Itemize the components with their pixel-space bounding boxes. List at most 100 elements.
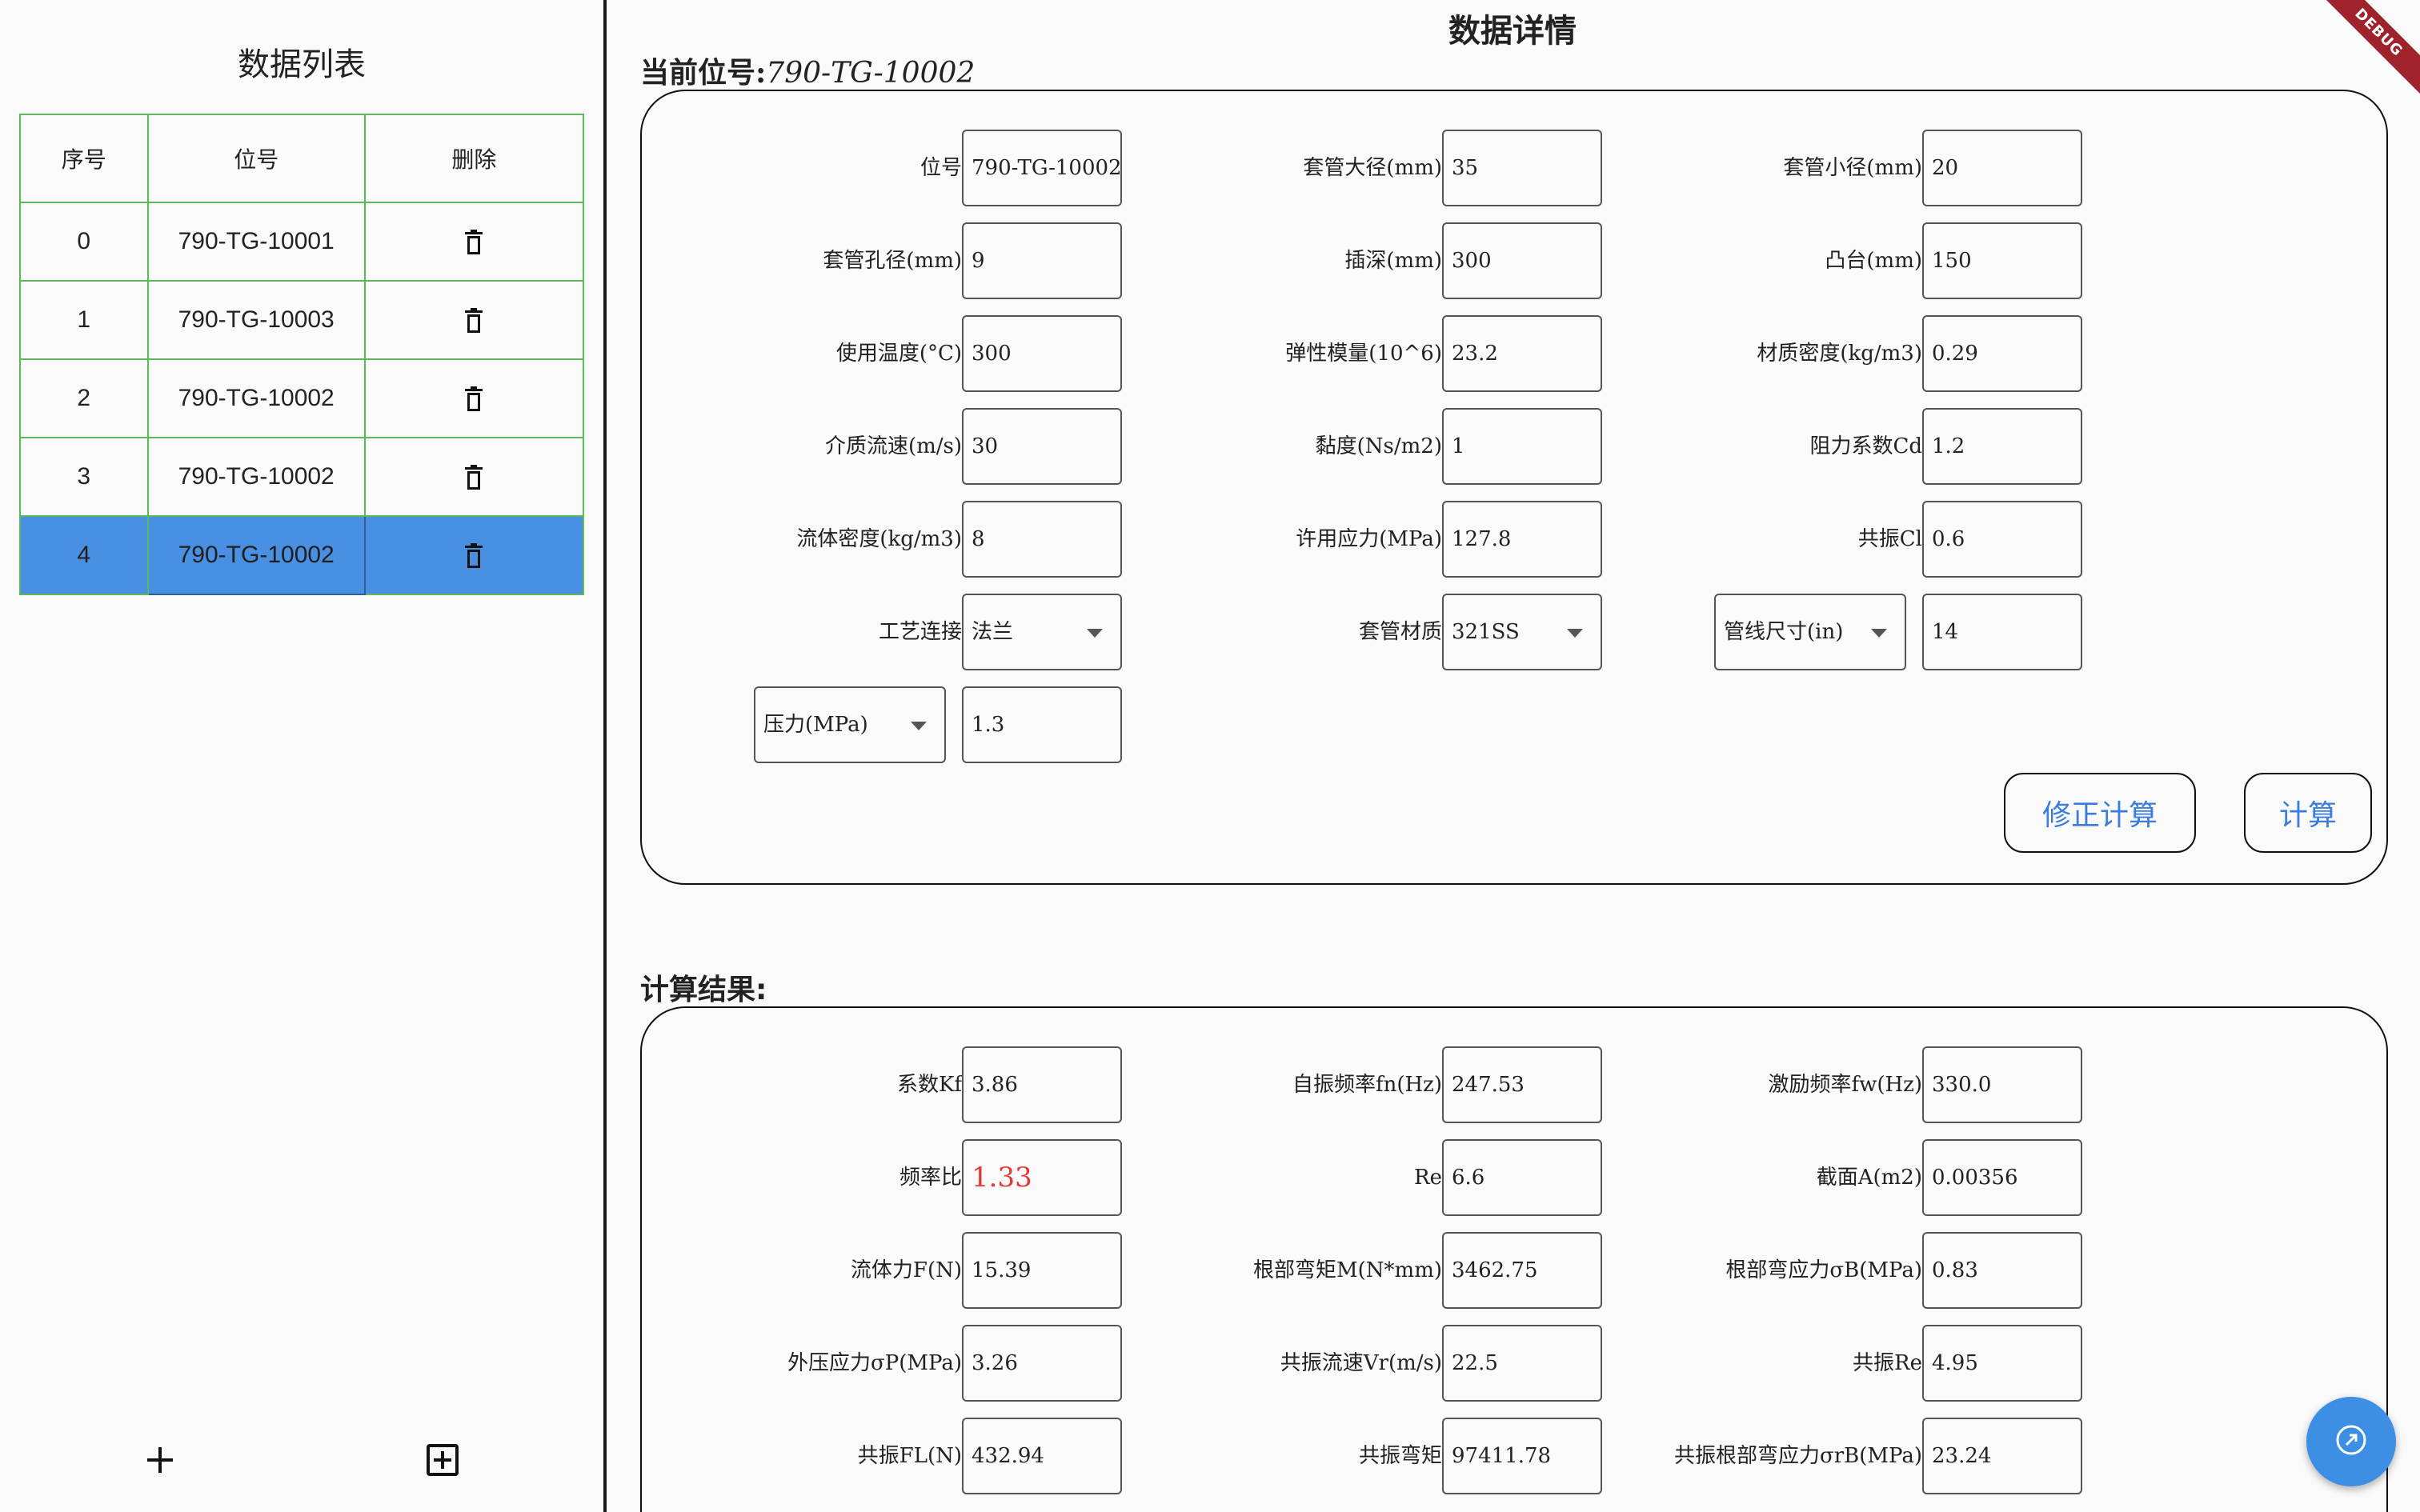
table-row[interactable]: 2 790-TG-10002	[19, 358, 585, 438]
insertion-depth-input[interactable]: 300	[1442, 222, 1602, 299]
result-value[interactable]: 15.39	[962, 1232, 1122, 1309]
sleeve-outer-diameter-input[interactable]: 35	[1442, 130, 1602, 206]
material-density-input[interactable]: 0.29	[1922, 315, 2082, 392]
result-value[interactable]: 0.83	[1922, 1232, 2082, 1309]
table-row[interactable]: 3 790-TG-10002	[19, 437, 585, 517]
delete-icon[interactable]	[465, 230, 483, 255]
result-label: 根部弯应力σB(MPa)	[1725, 1258, 1922, 1282]
field-label: 黏度(Ns/m2)	[1315, 434, 1442, 458]
result-value[interactable]: 4.95	[1922, 1325, 2082, 1402]
input-row: 使用温度(°C) 300 弹性模量(10^6) 23.2 材质密度(kg/m3)…	[642, 315, 2390, 392]
delete-cell	[363, 515, 585, 595]
field-label: 工艺连接	[878, 620, 962, 644]
row-index: 2	[19, 358, 149, 438]
result-row: 流体力F(N) 15.39 根部弯矩M(N*mm) 3462.75 根部弯应力σ…	[642, 1232, 2390, 1309]
fluid-density-input[interactable]: 8	[962, 501, 1122, 578]
add-icon[interactable]	[136, 1436, 184, 1484]
pressure-unit-dropdown[interactable]: 压力(MPa)	[754, 686, 946, 763]
field-label: 材质密度(kg/m3)	[1757, 342, 1922, 366]
field-label: 介质流速(m/s)	[824, 434, 962, 458]
dropdown-arrow-icon	[1567, 629, 1583, 638]
correct-calculate-button[interactable]: 修正计算	[2004, 773, 2196, 853]
floating-action-button[interactable]	[2306, 1397, 2396, 1486]
delete-icon[interactable]	[465, 308, 483, 334]
add-box-icon[interactable]	[419, 1436, 467, 1484]
dropdown-arrow-icon	[911, 722, 927, 730]
row-tag: 790-TG-10002	[146, 358, 366, 438]
input-row: 流体密度(kg/m3) 8 许用应力(MPa) 127.8 共振Cl 0.6	[642, 501, 2390, 578]
result-label: 共振根部弯应力σrB(MPa)	[1673, 1444, 1922, 1468]
result-value[interactable]: 330.0	[1922, 1046, 2082, 1123]
bore-diameter-input[interactable]: 9	[962, 222, 1122, 299]
field-label: 共振Cl	[1857, 527, 1922, 551]
result-value[interactable]: 3.26	[962, 1325, 1122, 1402]
result-value[interactable]: 6.6	[1442, 1139, 1602, 1216]
field-label: 套管孔径(mm)	[823, 249, 962, 273]
delete-icon[interactable]	[465, 465, 483, 490]
table-row-selected[interactable]: 4 790-TG-10002	[19, 515, 585, 595]
result-label: 系数Kf	[896, 1073, 962, 1097]
result-label: 共振FL(N)	[857, 1444, 962, 1468]
result-value[interactable]: 22.5	[1442, 1325, 1602, 1402]
result-value[interactable]: 432.94	[962, 1418, 1122, 1494]
dropdown-value: 压力(MPa)	[763, 713, 868, 737]
pipe-size-unit-dropdown[interactable]: 管线尺寸(in)	[1714, 594, 1906, 670]
table-row[interactable]: 1 790-TG-10003	[19, 280, 585, 360]
result-label: 外压应力σP(MPa)	[787, 1351, 962, 1375]
result-value[interactable]: 23.24	[1922, 1418, 2082, 1494]
elastic-modulus-input[interactable]: 23.2	[1442, 315, 1602, 392]
pipe-size-input[interactable]: 14	[1922, 594, 2082, 670]
result-value[interactable]: 3.86	[962, 1046, 1122, 1123]
pressure-input[interactable]: 1.3	[962, 686, 1122, 763]
sleeve-inner-diameter-input[interactable]: 20	[1922, 130, 2082, 206]
row-index: 1	[19, 280, 149, 360]
allowable-stress-input[interactable]: 127.8	[1442, 501, 1602, 578]
row-index: 3	[19, 437, 149, 517]
result-label: 截面A(m2)	[1816, 1166, 1922, 1190]
header-tag: 位号	[146, 114, 366, 203]
data-list-panel: 数据列表 序号 位号 删除 0 790-TG-10001 1 790-TG-10…	[0, 0, 603, 1512]
result-value[interactable]: 97411.78	[1442, 1418, 1602, 1494]
field-label: 阻力系数Cd	[1809, 434, 1922, 458]
delete-cell	[363, 202, 585, 282]
frequency-ratio-value[interactable]: 1.33	[962, 1139, 1122, 1216]
delete-icon[interactable]	[465, 386, 483, 412]
viscosity-input[interactable]: 1	[1442, 408, 1602, 485]
delete-icon[interactable]	[465, 543, 483, 569]
drag-coefficient-input[interactable]: 1.2	[1922, 408, 2082, 485]
dropdown-value: 管线尺寸(in)	[1724, 620, 1844, 644]
row-tag: 790-TG-10002	[146, 437, 366, 517]
field-label: 使用温度(°C)	[835, 342, 962, 366]
result-value[interactable]: 3462.75	[1442, 1232, 1602, 1309]
field-label: 位号	[920, 156, 962, 180]
input-row: 介质流速(m/s) 30 黏度(Ns/m2) 1 阻力系数Cd 1.2	[642, 408, 2390, 485]
process-connection-dropdown[interactable]: 法兰	[962, 594, 1122, 670]
input-row: 位号 790-TG-10002 套管大径(mm) 35 套管小径(mm) 20	[642, 130, 2390, 206]
input-row: 套管孔径(mm) 9 插深(mm) 300 凸台(mm) 150	[642, 222, 2390, 299]
result-label: Re	[1414, 1166, 1442, 1190]
field-label: 凸台(mm)	[1825, 249, 1922, 273]
result-label: 根部弯矩M(N*mm)	[1253, 1258, 1442, 1282]
row-tag: 790-TG-10002	[146, 515, 366, 595]
list-title: 数据列表	[238, 46, 366, 83]
flow-velocity-input[interactable]: 30	[962, 408, 1122, 485]
sleeve-material-dropdown[interactable]: 321SS	[1442, 594, 1602, 670]
result-value[interactable]: 0.00356	[1922, 1139, 2082, 1216]
row-index: 0	[19, 202, 149, 282]
input-card: 位号 790-TG-10002 套管大径(mm) 35 套管小径(mm) 20 …	[640, 90, 2388, 885]
boss-input[interactable]: 150	[1922, 222, 2082, 299]
data-table: 序号 位号 删除 0 790-TG-10001 1 790-TG-10003 2…	[19, 114, 585, 595]
result-value[interactable]: 247.53	[1442, 1046, 1602, 1123]
resonance-cl-input[interactable]: 0.6	[1922, 501, 2082, 578]
input-row: 工艺连接 法兰 套管材质 321SS 管线尺寸(in) 14	[642, 594, 2390, 670]
delete-cell	[363, 358, 585, 438]
table-header-row: 序号 位号 删除	[19, 114, 585, 203]
tag-input[interactable]: 790-TG-10002	[962, 130, 1122, 206]
result-row: 外压应力σP(MPa) 3.26 共振流速Vr(m/s) 22.5 共振Re 4…	[642, 1325, 2390, 1402]
calculate-button[interactable]: 计算	[2244, 773, 2372, 853]
table-row[interactable]: 0 790-TG-10001	[19, 202, 585, 282]
field-label: 流体密度(kg/m3)	[796, 527, 962, 551]
current-tag-value: 790-TG-10002	[766, 57, 976, 90]
result-row: 系数Kf 3.86 自振频率fn(Hz) 247.53 激励频率fw(Hz) 3…	[642, 1046, 2390, 1123]
temperature-input[interactable]: 300	[962, 315, 1122, 392]
